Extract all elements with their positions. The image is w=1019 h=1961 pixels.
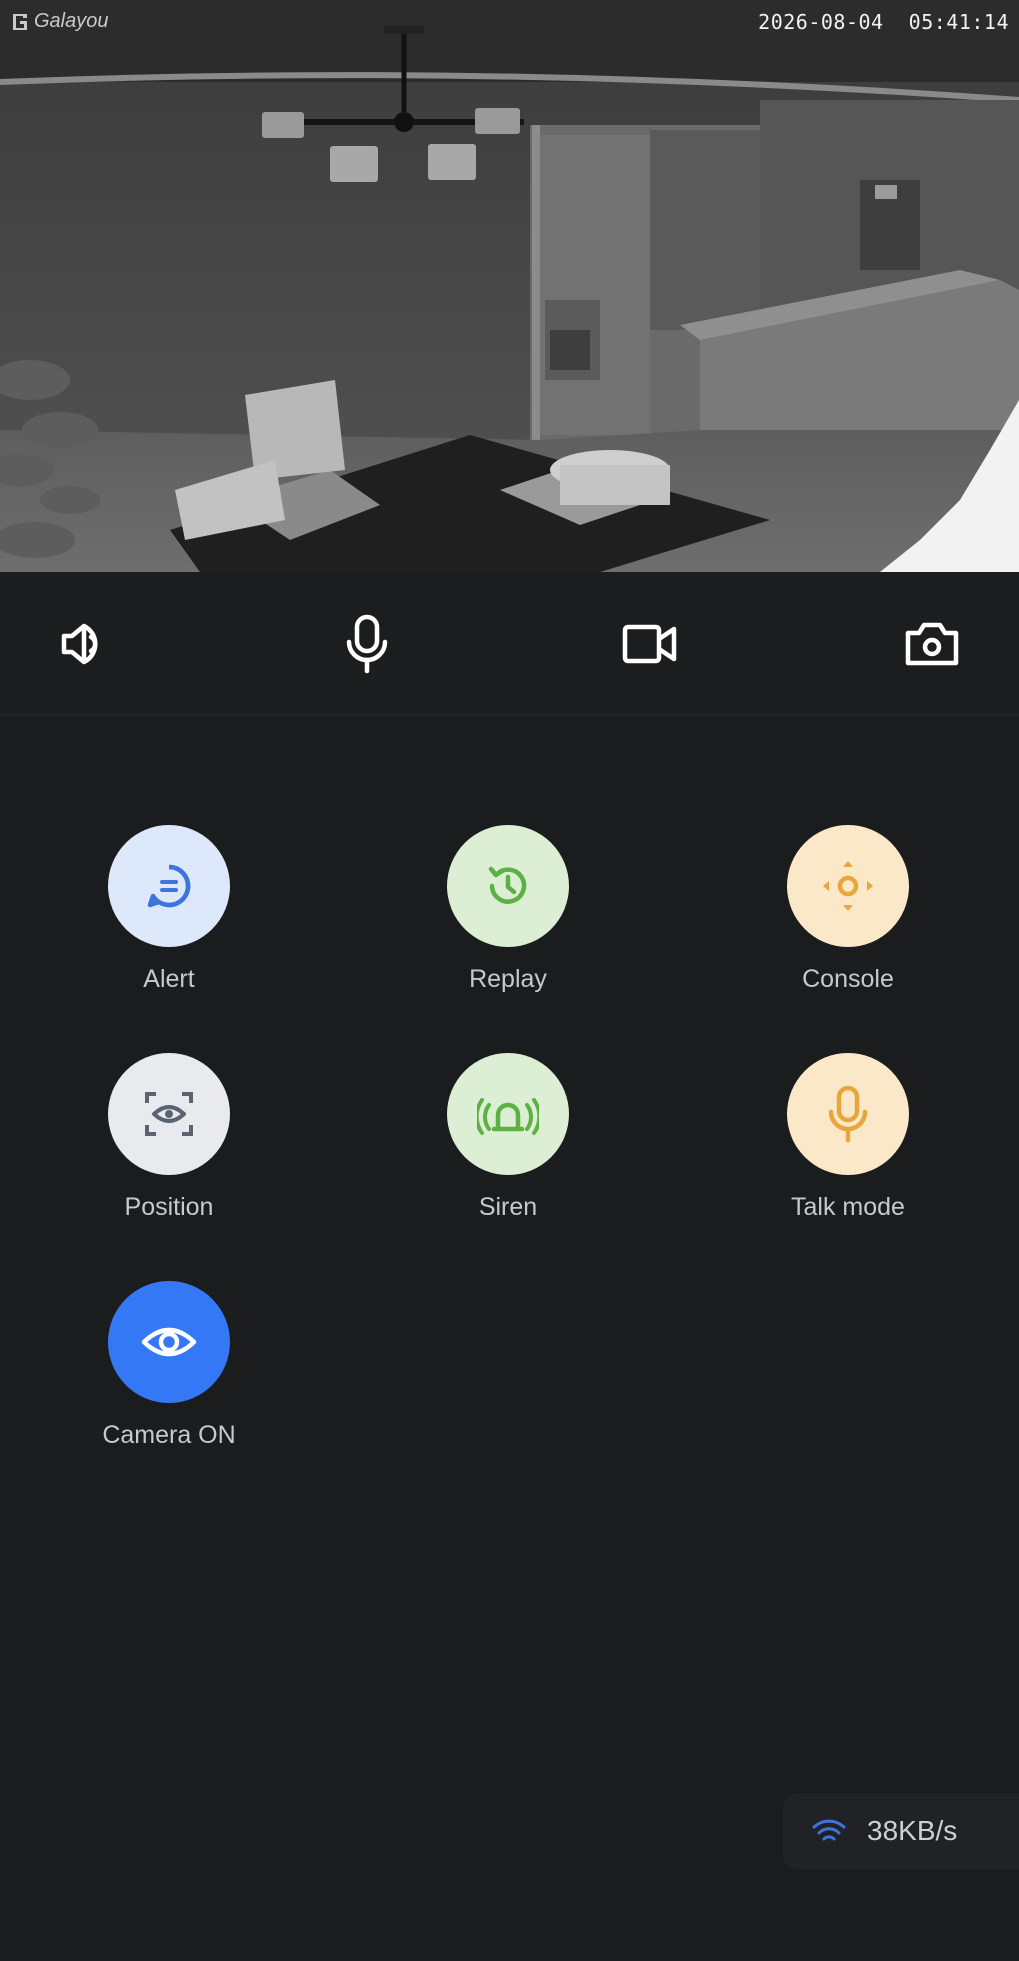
dpad-icon — [823, 861, 873, 911]
speaker-button[interactable] — [54, 612, 118, 676]
feature-siren[interactable]: Siren — [408, 1053, 608, 1222]
feature-talk-mode[interactable]: Talk mode — [748, 1053, 948, 1222]
live-toolbar — [0, 572, 1019, 714]
feature-label: Siren — [478, 1193, 538, 1221]
feature-replay[interactable]: Replay — [408, 825, 608, 994]
feature-label: Camera ON — [102, 1421, 236, 1449]
feature-position[interactable]: Position — [69, 1053, 269, 1222]
speaker-icon — [61, 623, 98, 665]
wifi-icon — [812, 1819, 846, 1841]
position-button[interactable] — [108, 1053, 230, 1175]
feature-alert[interactable]: Alert — [69, 825, 269, 994]
toolbar-divider — [0, 714, 1019, 716]
feature-label: Replay — [469, 965, 547, 993]
record-video-button[interactable] — [618, 612, 682, 676]
replay-button[interactable] — [447, 825, 569, 947]
feature-label: Talk mode — [791, 1193, 905, 1221]
brand-name: Galayou — [34, 10, 109, 32]
feature-camera-on[interactable]: Camera ON — [69, 1281, 269, 1450]
focus-eye-icon — [145, 1092, 193, 1136]
camera-live-screen: Galayou 2026-08-04 05:41:14 Alert Replay… — [0, 0, 1019, 1961]
alert-button[interactable] — [108, 825, 230, 947]
camera-on-button[interactable] — [108, 1281, 230, 1403]
feature-label: Position — [124, 1193, 214, 1221]
feature-console[interactable]: Console — [748, 825, 948, 994]
brand-mark-icon — [13, 13, 27, 30]
camera-feed-image — [0, 0, 1019, 572]
history-icon — [488, 866, 527, 904]
network-speed-indicator: 38KB/s — [783, 1793, 1019, 1869]
snapshot-camera-icon — [905, 622, 959, 666]
feed-timestamp: 2026-08-04 05:41:14 — [758, 10, 1009, 34]
network-speed-value: 38KB/s — [867, 1815, 958, 1846]
microphone-icon — [346, 614, 388, 674]
microphone-icon — [828, 1085, 868, 1143]
message-icon — [147, 864, 191, 908]
microphone-button[interactable] — [335, 612, 399, 676]
snapshot-button[interactable] — [900, 612, 964, 676]
brand-logo: Galayou — [10, 10, 109, 33]
console-button[interactable] — [787, 825, 909, 947]
siren-icon — [477, 1098, 539, 1135]
feature-label: Console — [802, 965, 894, 993]
feature-label: Alert — [143, 965, 195, 993]
talk-mode-button[interactable] — [787, 1053, 909, 1175]
eye-icon — [141, 1327, 197, 1357]
siren-button[interactable] — [447, 1053, 569, 1175]
camera-feed[interactable]: Galayou 2026-08-04 05:41:14 — [0, 0, 1019, 572]
record-video-icon — [622, 624, 677, 664]
